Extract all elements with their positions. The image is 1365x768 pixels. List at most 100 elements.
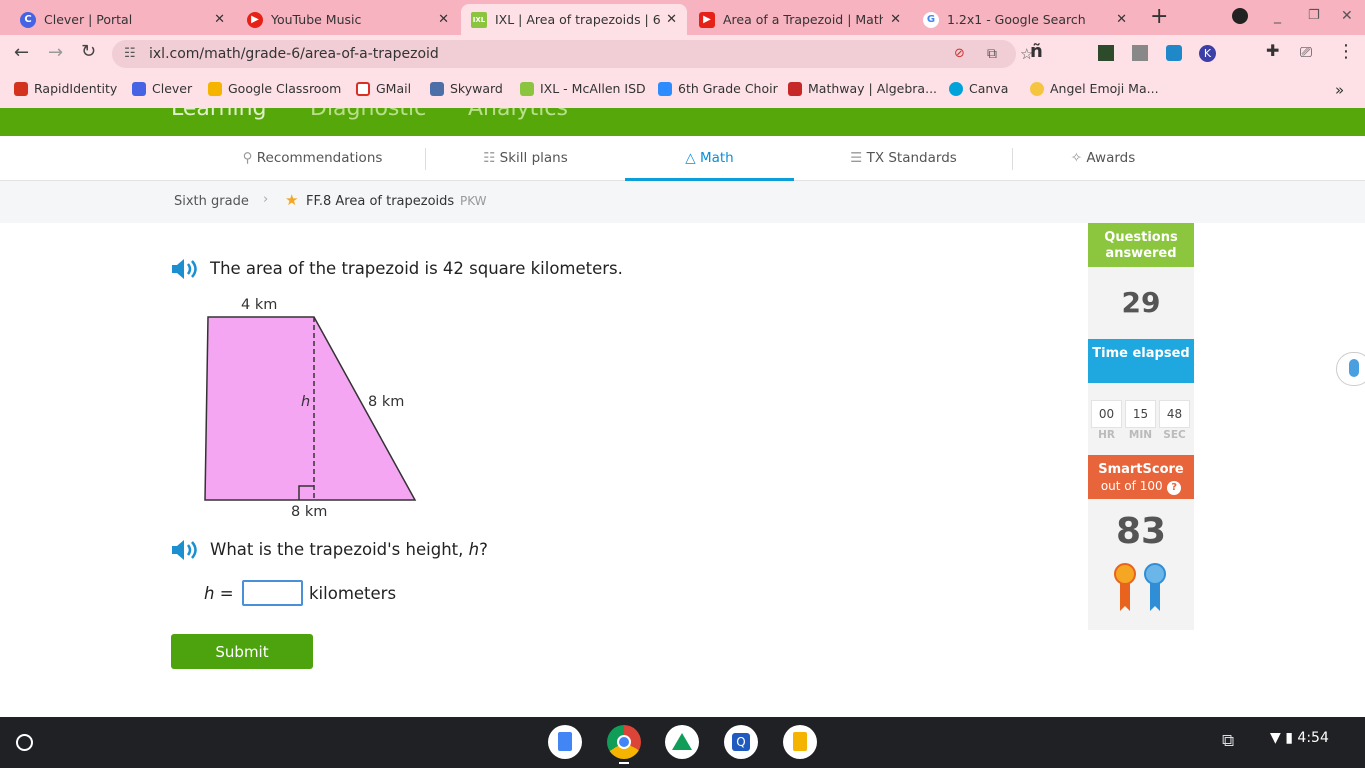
tab-mathhelp[interactable]: ▶ Area of a Trapezoid | MathH ✕ xyxy=(689,4,911,35)
bookmark-ixl[interactable]: IXL - McAllen ISD xyxy=(520,81,646,96)
bookmark-google-classroom[interactable]: Google Classroom xyxy=(208,81,341,96)
bookmark-label: Clever xyxy=(152,81,193,96)
side-label: 8 km xyxy=(368,394,405,410)
tab-title: Area of a Trapezoid | MathH xyxy=(723,12,883,27)
battery-icon: ▮ xyxy=(1285,730,1293,746)
bookmark-canva[interactable]: Canva xyxy=(949,81,1008,96)
bookmark-angel-emoji[interactable]: Angel Emoji Ma... xyxy=(1030,81,1159,96)
questions-answered-label: Questions answered xyxy=(1088,223,1194,267)
restore-icon[interactable]: ❐ xyxy=(1308,8,1320,23)
nav-skill-plans[interactable]: ☷ Skill plans xyxy=(426,136,625,181)
time-elapsed-label: Time elapsed xyxy=(1088,339,1194,383)
kami-icon[interactable]: K xyxy=(1199,45,1216,62)
tab-youtube-music[interactable]: ▶ YouTube Music ✕ xyxy=(237,4,459,35)
open-in-icon[interactable]: ⧉ xyxy=(987,40,997,68)
question-text: The area of the trapezoid is 42 square k… xyxy=(210,259,623,278)
status-area[interactable]: ▼ ▮ 4:54 xyxy=(1270,730,1329,746)
clever-icon: C xyxy=(20,11,36,28)
breadcrumb-grade[interactable]: Sixth grade xyxy=(174,194,249,209)
hr-label: HR xyxy=(1098,429,1115,441)
timer-seconds: 48 xyxy=(1159,400,1190,428)
url-text: ixl.com/math/grade-6/area-of-a-trapezoid xyxy=(149,46,439,62)
google-slides-icon[interactable] xyxy=(783,725,817,759)
nav-label: Awards xyxy=(1086,150,1136,166)
menu-icon[interactable]: ⋮ xyxy=(1337,41,1355,62)
tab-learning[interactable]: Learning xyxy=(171,108,267,121)
tab-title: Clever | Portal xyxy=(44,12,133,27)
timer-hours: 00 xyxy=(1091,400,1122,428)
tab-clever[interactable]: C Clever | Portal ✕ xyxy=(10,4,235,35)
ixl-icon: IXL xyxy=(471,11,487,28)
new-tab-button[interactable]: + xyxy=(1150,4,1168,29)
nav-label: TX Standards xyxy=(866,150,957,166)
speaker-icon[interactable] xyxy=(170,258,200,280)
bookmark-clever[interactable]: Clever xyxy=(132,81,192,96)
bookmarks-bar: RapidIdentity Clever Google Classroom GM… xyxy=(0,72,1365,108)
google-drive-icon[interactable] xyxy=(665,725,699,759)
submit-button[interactable]: Submit xyxy=(171,634,313,669)
answer-label: h = xyxy=(204,584,234,603)
tab-title: 1.2x1 - Google Search xyxy=(947,12,1086,27)
smartscore-label: SmartScore xyxy=(1098,462,1184,477)
close-window-icon[interactable]: ✕ xyxy=(1341,8,1353,24)
clipboard-icon[interactable]: ⧉ xyxy=(1222,731,1234,751)
tab-analytics[interactable]: Analytics xyxy=(468,108,568,121)
star-icon: ★ xyxy=(285,191,299,209)
quizlet-icon[interactable]: Q xyxy=(724,725,758,759)
extension-icon[interactable] xyxy=(1166,45,1182,61)
back-icon[interactable]: ← xyxy=(14,42,29,63)
skill-plans-icon: ☷ xyxy=(483,150,500,166)
bookmark-gmail[interactable]: GMail xyxy=(356,81,411,96)
help-icon[interactable]: ? xyxy=(1167,481,1182,495)
close-icon[interactable]: ✕ xyxy=(214,12,225,27)
ixl-header: Learning Diagnostic Analytics xyxy=(0,108,1365,136)
extension-icon[interactable] xyxy=(1098,45,1114,61)
minimize-icon[interactable]: _ xyxy=(1274,8,1281,24)
forward-icon[interactable]: → xyxy=(48,42,63,63)
blocked-icon[interactable]: ⊘ xyxy=(954,40,965,68)
tab-google[interactable]: G 1.2x1 - Google Search ✕ xyxy=(913,4,1137,35)
voice-input-button[interactable] xyxy=(1336,352,1365,386)
nav-tx-standards[interactable]: ☰ TX Standards xyxy=(795,136,1012,181)
nav-label: Math xyxy=(699,150,734,166)
bookmark-label: Mathway | Algebra... xyxy=(808,81,938,96)
height-answer-input[interactable] xyxy=(242,580,303,606)
cast-icon[interactable]: ⎚ xyxy=(1300,43,1312,61)
close-icon[interactable]: ✕ xyxy=(1116,12,1127,27)
bookmark-star-icon[interactable]: ☆ xyxy=(1020,40,1033,68)
tab-search-icon[interactable] xyxy=(1232,8,1248,24)
nav-math[interactable]: △ Math xyxy=(625,136,794,181)
close-icon[interactable]: ✕ xyxy=(438,12,449,27)
tab-strip: C Clever | Portal ✕ ▶ YouTube Music ✕ IXL IXL… xyxy=(0,0,1365,35)
tab-ixl[interactable]: IXL IXL | Area of trapezoids | 6th ✕ xyxy=(461,4,687,35)
smartscore-value: 83 xyxy=(1115,511,1167,552)
speaker-icon[interactable] xyxy=(170,539,200,561)
extensions-puzzle-icon[interactable]: ✚ xyxy=(1266,41,1279,60)
bookmark-skyward[interactable]: Skyward xyxy=(430,81,503,96)
launcher-icon[interactable] xyxy=(16,734,33,751)
nav-recommendations[interactable]: ⚲ Recommendations xyxy=(200,136,425,181)
bookmark-choir[interactable]: 6th Grade Choir xyxy=(658,81,778,96)
close-icon[interactable]: ✕ xyxy=(890,12,901,27)
extension-icon[interactable] xyxy=(1132,45,1148,61)
nav-awards[interactable]: ✧ Awards xyxy=(1013,136,1193,181)
site-info-icon[interactable]: ☷ xyxy=(124,40,136,68)
address-bar[interactable]: ☷ ixl.com/math/grade-6/area-of-a-trapezo… xyxy=(112,40,1033,68)
tab-title: IXL | Area of trapezoids | 6th xyxy=(495,12,660,27)
bookmark-mathway[interactable]: Mathway | Algebra... xyxy=(788,81,937,96)
smartscore-header: SmartScore out of 100 ? xyxy=(1088,455,1194,499)
google-docs-icon[interactable] xyxy=(548,725,582,759)
award-ribbons-icon xyxy=(1114,563,1166,611)
breadcrumb-skill: FF.8 Area of trapezoids xyxy=(306,194,455,209)
reload-icon[interactable]: ↻ xyxy=(81,41,96,62)
tab-diagnostic[interactable]: Diagnostic xyxy=(310,108,426,121)
more-bookmarks-button[interactable]: » xyxy=(1335,81,1344,99)
close-icon[interactable]: ✕ xyxy=(666,12,677,27)
standards-icon: ☰ xyxy=(850,150,867,166)
bookmark-rapididentity[interactable]: RapidIdentity xyxy=(14,81,117,96)
trapezoid-figure xyxy=(204,316,417,501)
prompt-text: What is the trapezoid's height, h? xyxy=(210,540,488,559)
bookmark-label: Canva xyxy=(969,81,1009,96)
math-pyramid-icon: △ xyxy=(685,150,700,166)
chrome-icon[interactable] xyxy=(607,725,641,759)
